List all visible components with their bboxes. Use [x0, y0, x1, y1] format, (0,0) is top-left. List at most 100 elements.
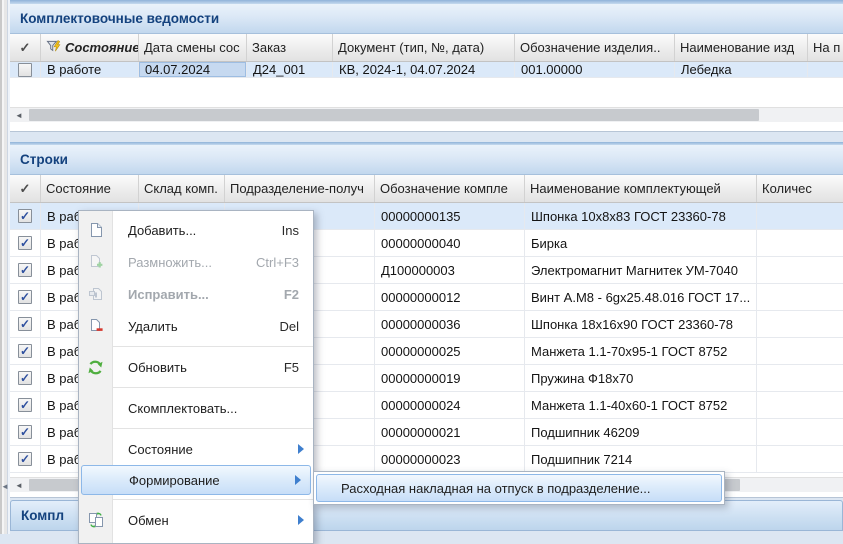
column-warehouse[interactable]: Склад комп. [139, 175, 225, 202]
menu-item-label: Размножить... [128, 255, 212, 270]
picking-lists-panel: Комплектовочные ведомости ✓ Состояние Да… [10, 0, 843, 132]
menu-separator [79, 499, 313, 500]
row-checkbox[interactable]: ✓ [18, 263, 32, 277]
row-checkbox[interactable]: ✓ [18, 209, 32, 223]
cell-quantity[interactable] [757, 203, 843, 230]
menu-separator [79, 428, 313, 429]
cell-part-code[interactable]: 00000000021 [375, 419, 525, 446]
table-row[interactable]: В работе 04.07.2024 Д24_001 КВ, 2024-1, … [10, 62, 843, 78]
cell-quantity[interactable] [757, 257, 843, 284]
cell-part-code[interactable]: 00000000012 [375, 284, 525, 311]
menu-item-label: Скомплектовать... [128, 401, 237, 416]
column-state-date[interactable]: Дата смены сос [139, 34, 247, 61]
cell-quantity[interactable] [757, 338, 843, 365]
picking-lists-table-header: ✓ Состояние Дата смены сос Заказ Докумен… [10, 34, 843, 62]
scrollbar-thumb[interactable] [29, 109, 759, 121]
cell-part-name[interactable]: Подшипник 7214 [525, 446, 757, 473]
cell-part-code[interactable]: 00000000025 [375, 338, 525, 365]
menu-item-state[interactable]: Состояние [79, 433, 313, 465]
cell-product-code[interactable]: 001.00000 [515, 62, 675, 78]
row-checkbox[interactable]: ✓ [18, 398, 32, 412]
menu-item-duplicate[interactable]: Размножить... Ctrl+F3 [79, 246, 313, 278]
cell-product-name[interactable]: Лебедка [675, 62, 808, 78]
menu-item-label: Обмен [128, 513, 169, 528]
column-state[interactable]: Состояние [41, 175, 139, 202]
column-state[interactable]: Состояние [41, 34, 139, 61]
panel-title: Комплектовочные ведомости [20, 11, 219, 26]
cell-quantity[interactable] [757, 446, 843, 473]
menu-item-exchange[interactable]: Обмен [79, 504, 313, 536]
row-checkbox[interactable]: ✓ [18, 371, 32, 385]
row-checkbox[interactable]: ✓ [18, 290, 32, 304]
menu-item-label: Состояние [128, 442, 193, 457]
cell-order[interactable]: Д24_001 [247, 62, 333, 78]
cell-extra[interactable] [808, 62, 843, 78]
column-state-label: Состояние [65, 40, 139, 55]
column-part-code[interactable]: Обозначение компле [375, 175, 525, 202]
cell-part-code[interactable]: 00000000023 [375, 446, 525, 473]
menu-item-delete[interactable]: Удалить Del [79, 310, 313, 342]
cell-part-name[interactable]: Пружина Ф18x70 [525, 365, 757, 392]
cell-part-code[interactable]: 00000000019 [375, 365, 525, 392]
menu-item-refresh[interactable]: Обновить F5 [79, 351, 313, 383]
check-column-icon: ✓ [20, 181, 31, 197]
row-checkbox[interactable]: ✓ [18, 317, 32, 331]
cell-part-name[interactable]: Шпонка 18x16x90 ГОСТ 23360-78 [525, 311, 757, 338]
menu-separator [79, 387, 313, 388]
splitter-collapse-icon[interactable]: ◄ [1, 482, 9, 491]
row-checkbox[interactable]: ✓ [18, 344, 32, 358]
cell-part-name[interactable]: Манжета 1.1-70x95-1 ГОСТ 8752 [525, 338, 757, 365]
cell-quantity[interactable] [757, 284, 843, 311]
scroll-left-icon[interactable]: ◄ [12, 108, 26, 122]
cell-document[interactable]: КВ, 2024-1, 04.07.2024 [333, 62, 515, 78]
scroll-left-icon[interactable]: ◄ [12, 478, 26, 492]
cell-part-name[interactable]: Подшипник 46209 [525, 419, 757, 446]
edit-document-icon [79, 286, 112, 302]
picking-lists-hscrollbar[interactable]: ◄ [10, 107, 843, 122]
cell-quantity[interactable] [757, 419, 843, 446]
column-quantity[interactable]: Количес [757, 175, 843, 202]
row-checkbox[interactable]: ✓ [18, 452, 32, 466]
cell-part-name[interactable]: Электромагнит Магнитек УМ-7040 [525, 257, 757, 284]
menu-item-edit[interactable]: Исправить... F2 [79, 278, 313, 310]
row-checkbox[interactable]: ✓ [18, 236, 32, 250]
column-check[interactable]: ✓ [10, 34, 41, 61]
cell-part-name[interactable]: Манжета 1.1-40x60-1 ГОСТ 8752 [525, 392, 757, 419]
submenu-item-expense-invoice[interactable]: Расходная накладная на отпуск в подразде… [316, 474, 722, 502]
left-splitter[interactable]: ◄ [0, 0, 10, 534]
cell-part-name[interactable]: Винт А.М8 - 6gx25.48.016 ГОСТ 17... [525, 284, 757, 311]
cell-quantity[interactable] [757, 230, 843, 257]
cell-state[interactable]: В работе [41, 62, 139, 78]
column-product-code[interactable]: Обозначение изделия.. [515, 34, 675, 61]
cell-part-code[interactable]: 00000000135 [375, 203, 525, 230]
cell-part-code[interactable]: 00000000024 [375, 392, 525, 419]
menu-item-shortcut: Del [279, 319, 299, 334]
menu-item-assemble[interactable]: Скомплектовать... [79, 392, 313, 424]
cell-quantity[interactable] [757, 392, 843, 419]
column-document[interactable]: Документ (тип, №, дата) [333, 34, 515, 61]
column-check[interactable]: ✓ [10, 175, 41, 202]
menu-item-shortcut: F5 [284, 360, 299, 375]
menu-item-add[interactable]: Добавить... Ins [79, 214, 313, 246]
menu-item-label: Формирование [129, 473, 220, 488]
cell-part-name[interactable]: Шпонка 10x8x83 ГОСТ 23360-78 [525, 203, 757, 230]
cell-part-code[interactable]: Д100000003 [375, 257, 525, 284]
column-product-name[interactable]: Наименование изд [675, 34, 808, 61]
column-order[interactable]: Заказ [247, 34, 333, 61]
menu-item-label: Исправить... [128, 287, 209, 302]
row-checkbox[interactable] [18, 63, 32, 77]
column-extra[interactable]: На п [808, 34, 843, 61]
cell-quantity[interactable] [757, 311, 843, 338]
submenu-arrow-icon [298, 515, 304, 525]
column-department[interactable]: Подразделение-получ [225, 175, 375, 202]
column-part-name[interactable]: Наименование комплектующей [525, 175, 757, 202]
submenu-arrow-icon [298, 444, 304, 454]
cell-part-name[interactable]: Бирка [525, 230, 757, 257]
cell-state-date-selected[interactable]: 04.07.2024 [139, 62, 247, 78]
cell-part-code[interactable]: 00000000040 [375, 230, 525, 257]
row-checkbox[interactable]: ✓ [18, 425, 32, 439]
menu-item-generation[interactable]: Формирование [81, 465, 311, 495]
cell-part-code[interactable]: 00000000036 [375, 311, 525, 338]
cell-quantity[interactable] [757, 365, 843, 392]
menu-separator [79, 346, 313, 347]
